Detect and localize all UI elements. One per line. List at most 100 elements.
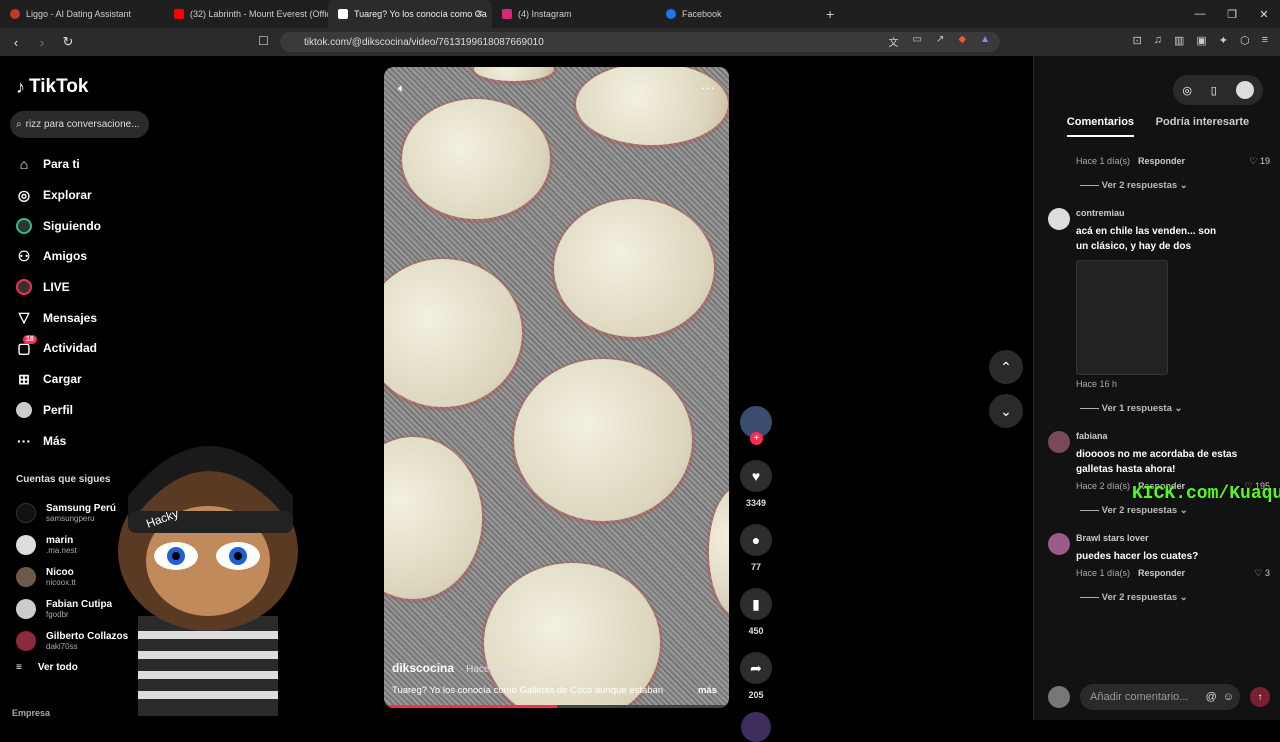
comment-user[interactable]: fabiana xyxy=(1076,431,1278,441)
ai-icon[interactable]: ✦ xyxy=(1219,34,1228,47)
video-progress-fill xyxy=(384,705,557,708)
maximize-icon[interactable]: ❐ xyxy=(1216,0,1248,28)
reload-icon[interactable]: ↻ xyxy=(58,34,78,50)
window-controls: — ❐ ✕ xyxy=(1184,0,1280,28)
nav-mas[interactable]: ··· Más xyxy=(16,425,101,456)
creator-avatar[interactable]: + xyxy=(740,406,772,445)
music-icon[interactable]: ♫ xyxy=(1154,34,1162,47)
comment-input[interactable]: Añadir comentario... @ ☺ xyxy=(1080,684,1240,710)
tab-instagram[interactable]: (4) Instagram xyxy=(492,0,656,28)
tab-tiktok[interactable]: Tuareg? Yo los conocía como Ga ✕ xyxy=(328,0,492,28)
nav-siguiendo[interactable]: Siguiendo xyxy=(16,210,101,241)
nav-live[interactable]: LIVE xyxy=(16,272,101,303)
cast-icon[interactable]: ▭ xyxy=(913,34,922,49)
compass-small-icon[interactable]: ◎ xyxy=(1182,84,1192,97)
save-button[interactable]: ▮ xyxy=(740,588,772,620)
liggo-favicon-icon xyxy=(10,9,20,19)
back-icon[interactable]: ‹ xyxy=(6,35,26,50)
comment-list: Hace 1 día(s) Responder ♡ 19 —— Ver 2 re… xyxy=(1048,152,1280,608)
send-button[interactable]: ↑ xyxy=(1250,687,1270,707)
new-tab-icon[interactable]: + xyxy=(826,6,834,22)
mention-icon[interactable]: @ xyxy=(1206,691,1217,703)
reply-button[interactable]: Responder xyxy=(1138,568,1185,578)
music-disc[interactable] xyxy=(741,712,771,742)
close-window-icon[interactable]: ✕ xyxy=(1248,0,1280,28)
see-all-button[interactable]: ≡ Ver todo xyxy=(16,662,78,673)
comment-button[interactable]: ● xyxy=(740,524,772,556)
tab-comentarios[interactable]: Comentarios xyxy=(1066,116,1135,137)
avatar[interactable] xyxy=(1048,208,1070,230)
video-more-icon[interactable]: ··· xyxy=(701,79,715,95)
chevron-up-icon: ⌃ xyxy=(1000,358,1012,375)
share-count: 205 xyxy=(748,690,764,700)
video-progress[interactable] xyxy=(384,705,729,708)
minimize-icon[interactable]: — xyxy=(1184,0,1216,28)
share-icon[interactable]: ↗ xyxy=(936,34,944,49)
url-field[interactable]: tiktok.com/@dikscocina/video/76131996180… xyxy=(280,32,1000,52)
view-replies[interactable]: —— Ver 2 respuestas ⌄ xyxy=(1080,505,1278,521)
avatar[interactable] xyxy=(1048,533,1070,555)
brave-rewards-icon[interactable]: ▲ xyxy=(980,34,990,49)
nav-actividad[interactable]: ▢ 18 Actividad xyxy=(16,333,101,364)
comment-like[interactable]: ♡ 3 xyxy=(1254,568,1270,579)
device-icon[interactable]: ▯ xyxy=(1211,84,1217,97)
video-player[interactable]: 🔈︎ ··· dikscocina · Hace 2 día(s) Tuareg?… xyxy=(384,67,729,708)
comment-image[interactable] xyxy=(1076,260,1168,375)
tab-youtube[interactable]: (32) Labrinth - Mount Everest (Offici xyxy=(164,0,328,28)
chevron-down-icon: ⌄ xyxy=(1000,402,1012,419)
user-avatar[interactable] xyxy=(1235,81,1254,99)
forward-icon[interactable]: › xyxy=(32,35,52,50)
volume-icon[interactable]: 🔈︎ xyxy=(398,81,405,96)
nav-perfil[interactable]: Perfil xyxy=(16,395,101,426)
bookmark-icon[interactable]: ☐ xyxy=(258,34,269,48)
action-bar: + ♥ 3349 ● 77 ▮ 450 ➦ 205 xyxy=(738,406,774,742)
video-author[interactable]: dikscocina · Hace 2 día(s) xyxy=(392,661,526,675)
like-count: 3349 xyxy=(745,498,767,508)
footer-empresa[interactable]: Empresa xyxy=(12,708,50,718)
panel-tabs: Comentarios Podría interesarte xyxy=(1056,116,1260,137)
screenshot-icon[interactable]: ⊡ xyxy=(1132,34,1141,47)
youtube-favicon-icon xyxy=(174,9,184,19)
nav-cargar[interactable]: ⊞ Cargar xyxy=(16,364,101,395)
search-input[interactable]: ⌕ rizz para conversacione... xyxy=(10,111,149,138)
tiktok-logo[interactable]: ♪ TikTok xyxy=(16,76,88,98)
next-video-button[interactable]: ⌄ xyxy=(989,394,1023,428)
nav-para-ti[interactable]: ⌂ Para ti xyxy=(16,149,101,180)
reply-button[interactable]: Responder xyxy=(1138,156,1185,166)
profile-icon xyxy=(16,401,32,418)
comment-user[interactable]: Brawl stars lover xyxy=(1076,533,1278,543)
view-replies[interactable]: —— Ver 1 respuesta ⌄ xyxy=(1080,403,1278,419)
video-description: Tuareg? Yo los conocía como Galletas de … xyxy=(392,685,717,696)
view-replies[interactable]: —— Ver 2 respuestas ⌄ xyxy=(1080,180,1278,196)
like-button[interactable]: ♥ xyxy=(740,460,772,492)
tiktok-page: ♪ TikTok ⌕ rizz para conversacione... ⌂ Par… xyxy=(0,56,1280,742)
brave-shield-icon[interactable]: ◆ xyxy=(958,34,966,49)
tab-facebook[interactable]: Facebook xyxy=(656,0,820,28)
save-count: 450 xyxy=(748,626,764,636)
comment-like[interactable]: ♡ 19 xyxy=(1249,156,1270,167)
nav-amigos[interactable]: ⚇ Amigos xyxy=(16,241,101,272)
vpn-icon[interactable]: ⬡ xyxy=(1240,34,1250,47)
follow-plus-icon[interactable]: + xyxy=(750,432,763,445)
comment-user[interactable]: contremiau xyxy=(1076,208,1226,218)
sidebar-icon[interactable]: ▥ xyxy=(1174,34,1184,47)
avatar[interactable] xyxy=(1048,431,1070,453)
nav-explorar[interactable]: ◎ Explorar xyxy=(16,180,101,211)
tab-podria-interesarte[interactable]: Podría interesarte xyxy=(1156,116,1250,137)
following-icon xyxy=(16,217,32,234)
nav-mensajes[interactable]: ▽ Mensajes xyxy=(16,302,101,333)
tab-liggo[interactable]: Liggo - AI Dating Assistant xyxy=(0,0,164,28)
close-tab-icon[interactable]: ✕ xyxy=(476,9,484,20)
share-button[interactable]: ➦ xyxy=(740,652,772,684)
translate-icon[interactable]: 文 xyxy=(889,34,899,49)
view-replies[interactable]: —— Ver 2 respuestas ⌄ xyxy=(1080,592,1278,608)
emoji-icon[interactable]: ☺ xyxy=(1223,691,1234,703)
more-link[interactable]: más xyxy=(698,685,717,696)
following-title: Cuentas que sigues xyxy=(16,474,111,485)
prev-video-button[interactable]: ⌃ xyxy=(989,350,1023,384)
comments-panel: ◎ ▯ Comentarios Podría interesarte Hace … xyxy=(1033,56,1280,720)
menu-icon[interactable]: ≡ xyxy=(1262,34,1268,47)
panel-top-icons: ◎ ▯ xyxy=(1173,75,1263,105)
wallet-icon[interactable]: ▣ xyxy=(1196,34,1206,47)
comment-text: dioooos no me acordaba de estas galletas… xyxy=(1076,449,1238,475)
